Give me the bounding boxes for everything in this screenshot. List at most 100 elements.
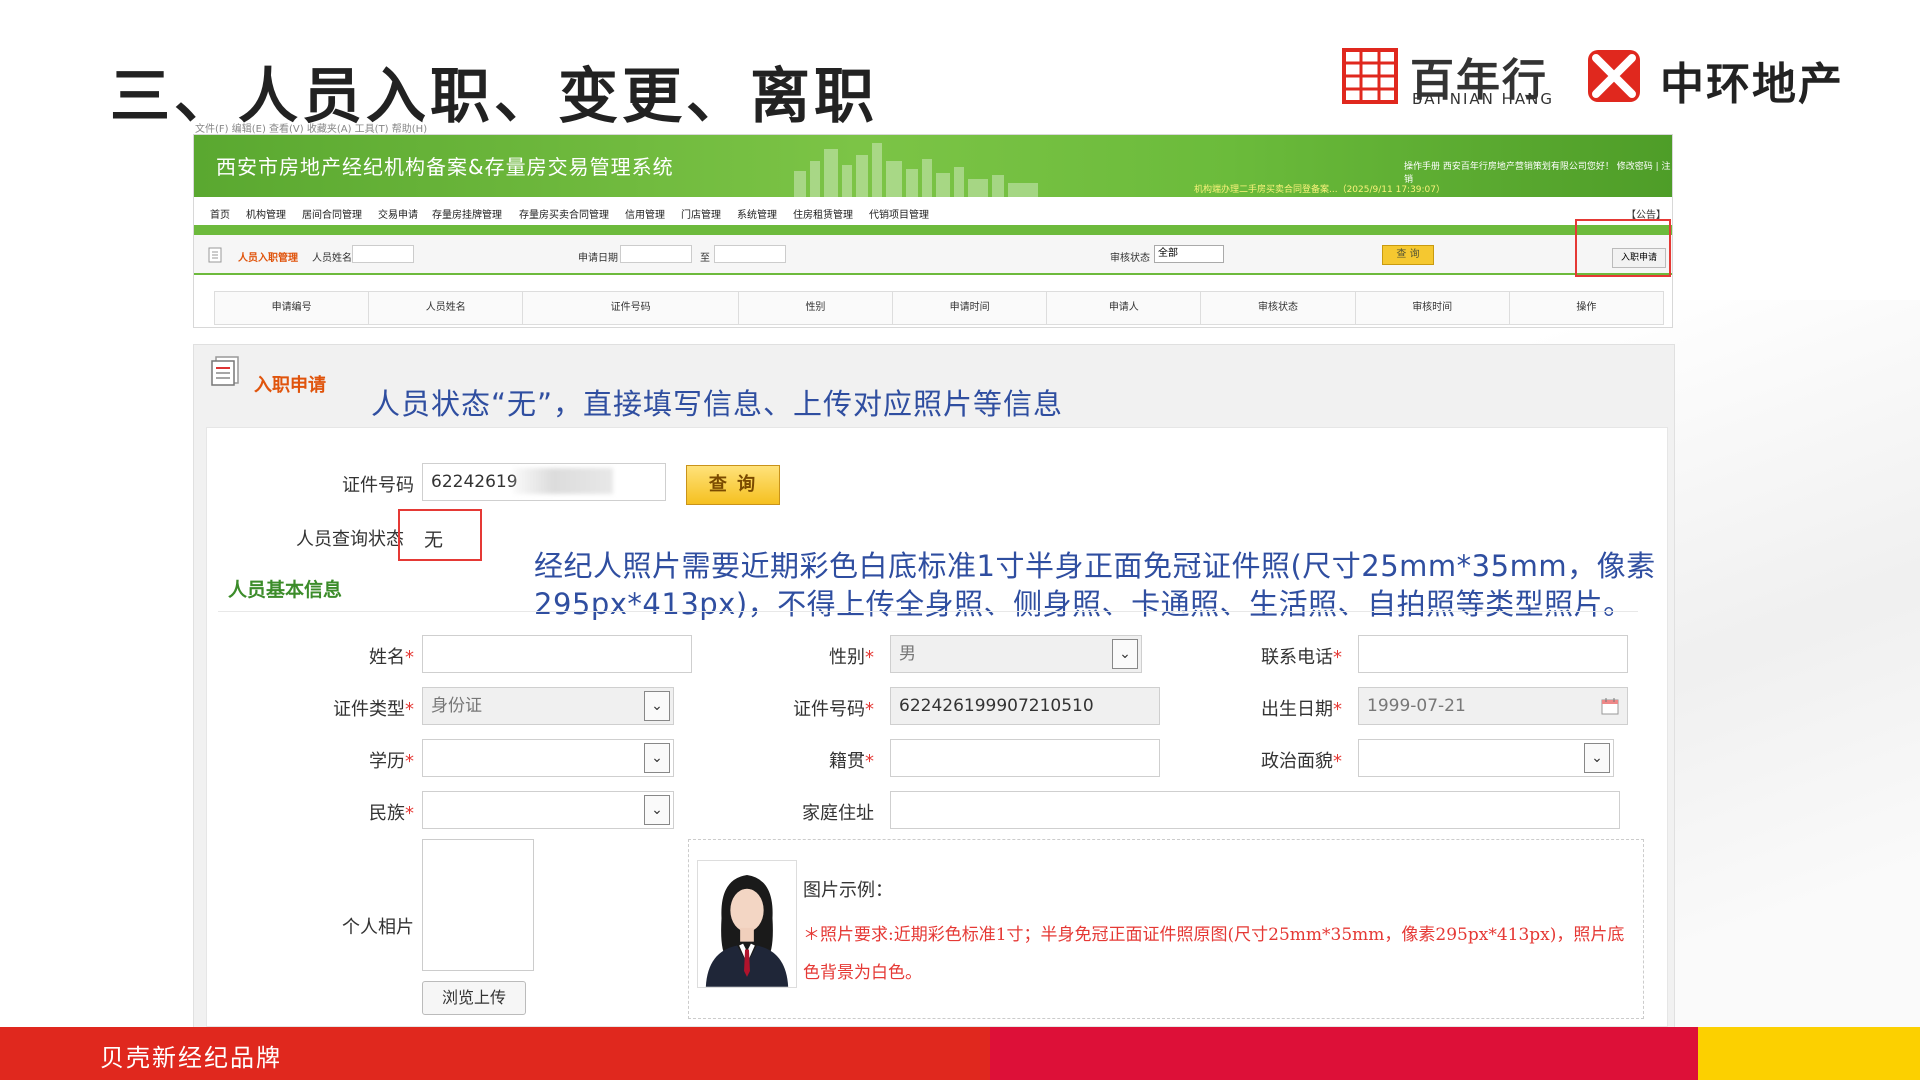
system-nav-bar: 首页 机构管理 居间合同管理 交易申请 存量房挂牌管理 存量房买卖合同管理 信用… <box>194 197 1672 225</box>
education-label: 学历* <box>369 751 414 772</box>
column-header: 性别 <box>739 292 894 324</box>
section-basic-info: 人员基本信息 <box>228 579 343 601</box>
photo-example-panel: 图片示例： ＊照片要求:近期彩色标准1寸；半身免冠正面证件照原图(尺寸25mm*… <box>688 839 1644 1019</box>
chevron-down-icon[interactable]: ⌄ <box>1112 639 1138 669</box>
photo-preview <box>422 839 534 971</box>
phone-input[interactable] <box>1358 635 1628 673</box>
filter-name-input[interactable] <box>352 245 414 263</box>
green-divider <box>194 225 1672 235</box>
example-requirement-text: ＊照片要求:近期彩色标准1寸；半身免冠正面证件照原图(尺寸25mm*35mm，像… <box>803 925 1625 983</box>
column-header: 证件号码 <box>523 292 739 324</box>
calendar-icon[interactable] <box>1601 697 1619 715</box>
footer-bar-yellow <box>1698 1027 1920 1080</box>
nav-item-store[interactable]: 门店管理 <box>681 206 721 221</box>
education-select[interactable]: ⌄ <box>422 739 674 777</box>
chevron-down-icon[interactable]: ⌄ <box>644 691 670 721</box>
column-header: 申请时间 <box>893 292 1048 324</box>
footer-bar-crimson <box>990 1027 1698 1080</box>
column-header: 审核时间 <box>1356 292 1510 324</box>
home-address-input[interactable] <box>890 791 1620 829</box>
gender-select[interactable]: 男 ⌄ <box>890 635 1142 673</box>
nav-item-credit[interactable]: 信用管理 <box>625 206 665 221</box>
name-label: 姓名* <box>369 647 414 668</box>
political-status-select[interactable]: ⌄ <box>1358 739 1614 777</box>
filter-module-label: 人员入职管理 <box>238 253 298 264</box>
filter-status-select[interactable]: 全部 <box>1154 245 1224 263</box>
nav-item-system[interactable]: 系统管理 <box>737 206 777 221</box>
chevron-down-icon[interactable]: ⌄ <box>644 795 670 825</box>
ethnicity-label: 民族* <box>369 803 414 824</box>
bainianhang-english-name: BAI NIAN HANG <box>1412 90 1555 108</box>
column-header: 操作 <box>1576 302 1597 313</box>
filter-bar: 人员入职管理 人员姓名 申请日期 至 审核状态 全部 查 询 入职申请 <box>194 235 1672 275</box>
nav-item-listing[interactable]: 存量房挂牌管理 <box>432 206 502 221</box>
zhonghuan-logo-icon <box>1588 50 1640 102</box>
id-type-label: 证件类型* <box>333 699 414 720</box>
query-status-label: 人员查询状态 <box>296 529 404 550</box>
name-input[interactable] <box>422 635 692 673</box>
system-login-info: 机构端办理二手房买卖合同登备案...（2025/9/11 17:39:07） <box>1194 185 1446 195</box>
id-number-field-label: 证件号码* <box>793 699 874 720</box>
id-query-button[interactable]: 查 询 <box>686 465 780 505</box>
upload-photo-button[interactable]: 浏览上传 <box>422 981 526 1015</box>
nav-item-rental[interactable]: 住房租赁管理 <box>793 206 853 221</box>
document-icon <box>208 247 222 263</box>
system-list-screenshot: 西安市房地产经纪机构备案&存量房交易管理系统 操作手册 西安百年行房地产营销策划… <box>193 134 1673 328</box>
personal-photo-label: 个人相片 <box>342 917 414 938</box>
bainianhang-logo-icon <box>1342 48 1398 104</box>
entry-form-screenshot: 入职申请 人员状态“无”，直接填写信息、上传对应照片等信息 证件号码 62242… <box>193 344 1675 1030</box>
filter-name-label: 人员姓名 <box>312 253 352 264</box>
filter-date-start-input[interactable] <box>620 245 692 263</box>
footer-brand-text: 贝壳新经纪品牌 <box>100 1044 282 1072</box>
native-place-input[interactable] <box>890 739 1160 777</box>
id-type-select[interactable]: 身份证 ⌄ <box>422 687 674 725</box>
birth-date-label: 出生日期* <box>1261 699 1342 720</box>
id-number-query-value: 62242619 <box>431 472 518 492</box>
section-divider <box>218 611 1638 612</box>
nav-item-consignment[interactable]: 代销项目管理 <box>869 206 929 221</box>
nav-item-transaction[interactable]: 交易申请 <box>378 206 418 221</box>
id-type-value: 身份证 <box>431 696 482 716</box>
system-banner: 西安市房地产经纪机构备案&存量房交易管理系统 操作手册 西安百年行房地产营销策划… <box>194 135 1672 197</box>
filter-status-label: 审核状态 <box>1110 253 1150 264</box>
birth-date-input[interactable]: 1999-07-21 <box>1358 687 1628 725</box>
native-place-label: 籍贯* <box>829 751 874 772</box>
nav-item-home[interactable]: 首页 <box>210 206 230 221</box>
phone-label: 联系电话* <box>1261 647 1342 668</box>
gender-value: 男 <box>899 644 916 664</box>
gender-label: 性别* <box>829 647 874 668</box>
political-status-label: 政治面貌* <box>1261 751 1342 772</box>
id-number-label: 证件号码 <box>342 475 414 496</box>
highlight-box-status <box>398 509 482 561</box>
column-header: 申请编号 <box>215 292 370 324</box>
ethnicity-select[interactable]: ⌄ <box>422 791 674 829</box>
example-label: 图片示例： <box>803 880 893 901</box>
privacy-blur <box>513 468 613 494</box>
form-document-icon <box>211 356 239 386</box>
birth-date-value: 1999-07-21 <box>1367 696 1466 716</box>
highlight-box-apply <box>1575 219 1671 277</box>
column-header: 申请人 <box>1047 292 1202 324</box>
system-title: 西安市房地产经纪机构备案&存量房交易管理系统 <box>216 155 674 179</box>
nav-item-brokerage-contract[interactable]: 居间合同管理 <box>302 206 362 221</box>
form-title: 入职申请 <box>254 375 326 396</box>
column-header: 审核状态 <box>1201 292 1356 324</box>
filter-date-label: 申请日期 <box>578 253 618 264</box>
results-table-header: 申请编号 人员姓名 证件号码 性别 申请时间 申请人 审核状态 审核时间 操作 <box>214 291 1664 325</box>
filter-to-label: 至 <box>700 253 710 264</box>
filter-query-button[interactable]: 查 询 <box>1382 245 1434 265</box>
city-skyline-icon <box>794 143 1038 197</box>
home-address-label: 家庭住址 <box>802 803 874 824</box>
chevron-down-icon[interactable]: ⌄ <box>1584 743 1610 773</box>
chevron-down-icon[interactable]: ⌄ <box>644 743 670 773</box>
annotation-status-note: 人员状态“无”，直接填写信息、上传对应照片等信息 <box>371 387 1064 421</box>
filter-date-end-input[interactable] <box>714 245 786 263</box>
id-number-field[interactable]: 622426199907210510 <box>890 687 1160 725</box>
example-portrait-image <box>697 860 797 988</box>
nav-item-sale-contract[interactable]: 存量房买卖合同管理 <box>519 206 609 221</box>
nav-item-agency[interactable]: 机构管理 <box>246 206 286 221</box>
browser-menu-strip: 文件(F) 编辑(E) 查看(V) 收藏夹(A) 工具(T) 帮助(H) <box>195 124 428 135</box>
id-number-query-input[interactable]: 62242619 <box>422 463 666 501</box>
zhonghuan-name: 中环地产 <box>1660 59 1844 110</box>
column-header: 人员姓名 <box>369 292 524 324</box>
